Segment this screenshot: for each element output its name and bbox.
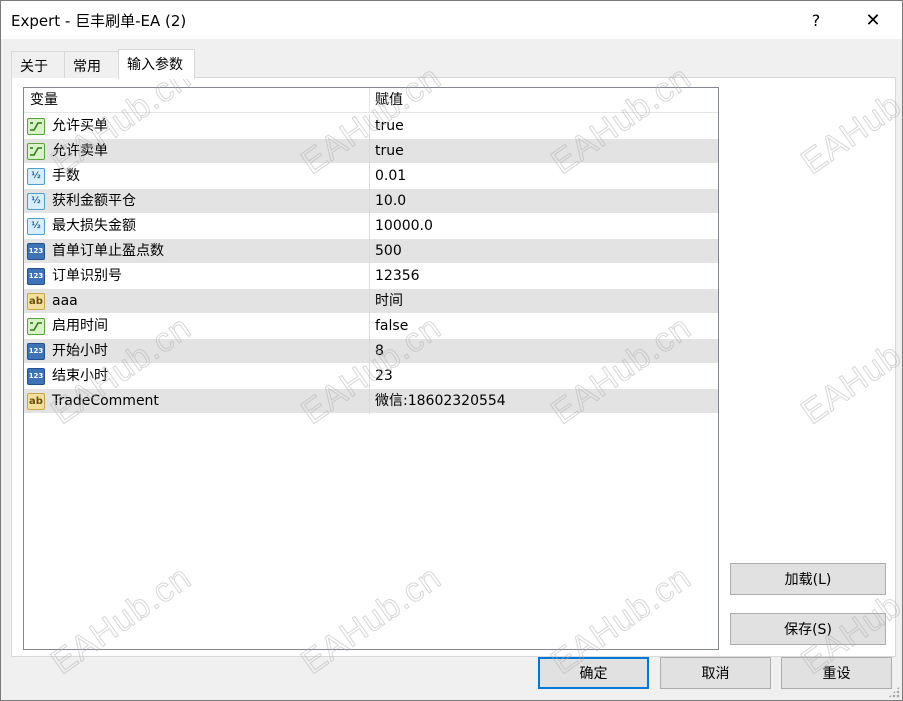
table-row[interactable]: ab aaa 时间 (24, 289, 718, 314)
window-title: Expert - 巨丰刷单-EA (2) (11, 12, 187, 30)
param-value-cell[interactable]: true (370, 139, 718, 164)
load-button[interactable]: 加载(L) (730, 563, 886, 595)
param-name-label: aaa (52, 293, 78, 309)
double-icon: ½ (27, 193, 45, 210)
table-row[interactable]: ½ 获利金额平仓 10.0 (24, 189, 718, 214)
table-row[interactable]: ½ 最大损失金额 10000.0 (24, 214, 718, 239)
header-value[interactable]: 赋值 (370, 88, 718, 113)
table-row[interactable]: 启用时间 false (24, 314, 718, 339)
param-name-label: TradeComment (52, 393, 159, 409)
param-name-label: 启用时间 (52, 318, 108, 334)
param-value-cell[interactable]: 10.0 (370, 189, 718, 214)
param-value-cell[interactable]: 12356 (370, 264, 718, 289)
bool-icon (27, 143, 45, 160)
table-row[interactable]: ½ 手数 0.01 (24, 164, 718, 189)
tab-inputs[interactable]: 输入参数 (118, 49, 195, 79)
title-bar[interactable]: Expert - 巨丰刷单-EA (2) ? ✕ (1, 1, 902, 39)
param-value-cell[interactable]: 10000.0 (370, 214, 718, 239)
help-button[interactable]: ? (793, 1, 839, 39)
param-name-cell[interactable]: 123 首单订单止盈点数 (24, 239, 370, 264)
tab-common[interactable]: 常用 (64, 51, 119, 78)
bool-icon (27, 318, 45, 335)
param-name-label: 允许买单 (52, 118, 108, 134)
param-name-cell[interactable]: ab TradeComment (24, 389, 370, 414)
param-name-label: 首单订单止盈点数 (52, 243, 164, 259)
param-value-cell[interactable]: 23 (370, 364, 718, 389)
param-name-label: 允许卖单 (52, 143, 108, 159)
reset-button[interactable]: 重设 (781, 657, 892, 689)
param-name-cell[interactable]: 允许买单 (24, 114, 370, 139)
double-icon: ½ (27, 168, 45, 185)
param-value-cell[interactable]: 8 (370, 339, 718, 364)
table-row[interactable]: 123 订单识别号 12356 (24, 264, 718, 289)
param-name-cell[interactable]: 123 订单识别号 (24, 264, 370, 289)
param-name-label: 获利金额平仓 (52, 193, 136, 209)
param-value-cell[interactable]: false (370, 314, 718, 339)
double-icon: ½ (27, 218, 45, 235)
cancel-button[interactable]: 取消 (660, 657, 771, 689)
param-name-cell[interactable]: ½ 最大损失金额 (24, 214, 370, 239)
param-name-label: 结束小时 (52, 368, 108, 384)
table-row[interactable]: 123 首单订单止盈点数 500 (24, 239, 718, 264)
param-value-cell[interactable]: 时间 (370, 289, 718, 314)
close-button[interactable]: ✕ (850, 1, 896, 39)
param-name-label: 最大损失金额 (52, 218, 136, 234)
table-row[interactable]: 允许卖单 true (24, 139, 718, 164)
table-row[interactable]: 123 开始小时 8 (24, 339, 718, 364)
table-row[interactable]: 123 结束小时 23 (24, 364, 718, 389)
string-icon: ab (27, 293, 45, 310)
param-value-cell[interactable]: 微信:18602320554 (370, 389, 718, 414)
save-button[interactable]: 保存(S) (730, 613, 886, 645)
param-value-cell[interactable]: 500 (370, 239, 718, 264)
expert-dialog: Expert - 巨丰刷单-EA (2) ? ✕ 关于 常用 输入参数 变量 赋… (0, 0, 903, 701)
header-variable[interactable]: 变量 (24, 88, 370, 113)
param-name-cell[interactable]: 允许卖单 (24, 139, 370, 164)
param-value-cell[interactable]: true (370, 114, 718, 139)
int-icon: 123 (27, 343, 45, 360)
param-name-label: 订单识别号 (52, 268, 122, 284)
int-icon: 123 (27, 268, 45, 285)
tab-about[interactable]: 关于 (11, 51, 65, 78)
param-name-cell[interactable]: ½ 获利金额平仓 (24, 189, 370, 214)
param-name-label: 开始小时 (52, 343, 108, 359)
int-icon: 123 (27, 243, 45, 260)
table-row[interactable]: 允许买单 true (24, 114, 718, 139)
string-icon: ab (27, 393, 45, 410)
param-name-cell[interactable]: ab aaa (24, 289, 370, 314)
param-name-label: 手数 (52, 168, 80, 184)
param-name-cell[interactable]: 123 结束小时 (24, 364, 370, 389)
param-name-cell[interactable]: 123 开始小时 (24, 339, 370, 364)
ok-button[interactable]: 确定 (538, 657, 649, 689)
table-row[interactable]: ab TradeComment 微信:18602320554 (24, 389, 718, 414)
param-name-cell[interactable]: ½ 手数 (24, 164, 370, 189)
int-icon: 123 (27, 368, 45, 385)
param-value-cell[interactable]: 0.01 (370, 164, 718, 189)
bool-icon (27, 118, 45, 135)
parameters-grid[interactable]: 变量 赋值 允许买单 true 允许卖单 true ½ 手数 0.01 ½ 获利金额平仓 10.0… (23, 87, 719, 650)
grid-header: 变量 赋值 (24, 88, 718, 113)
param-name-cell[interactable]: 启用时间 (24, 314, 370, 339)
